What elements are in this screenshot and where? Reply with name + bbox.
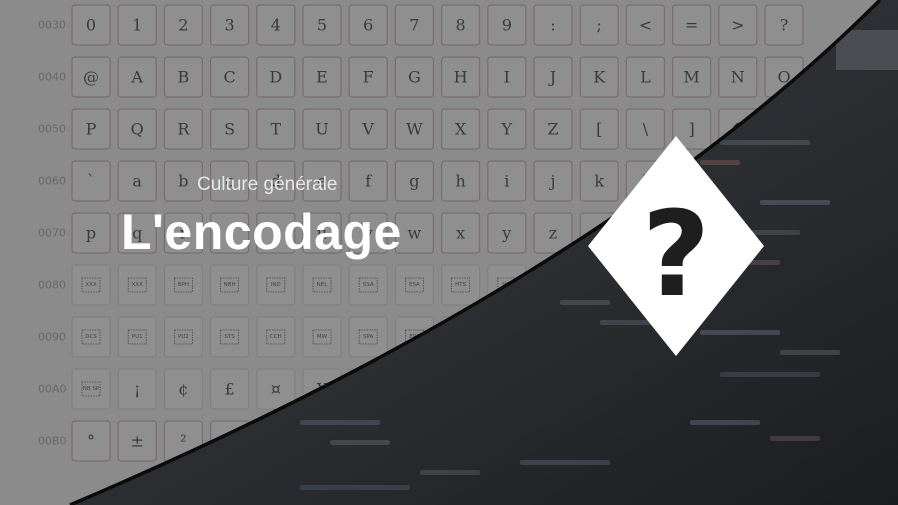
code-line — [420, 470, 480, 475]
question-mark-icon: ? — [642, 185, 710, 323]
code-line — [760, 200, 830, 205]
editor-panel — [836, 30, 898, 70]
code-line — [300, 420, 380, 425]
code-line — [720, 372, 820, 377]
code-line — [300, 485, 410, 490]
code-line — [330, 440, 390, 445]
category-label: Culture générale — [197, 174, 338, 195]
thumbnail: 00300123456789:;<=>?0040@ABCDEFGHIJKLMNO… — [0, 0, 898, 505]
code-line — [690, 420, 760, 425]
code-line — [770, 436, 820, 441]
code-line — [780, 350, 840, 355]
page-title: L'encodage — [121, 204, 402, 260]
question-diamond-icon: ? — [588, 136, 764, 356]
code-line — [520, 460, 610, 465]
